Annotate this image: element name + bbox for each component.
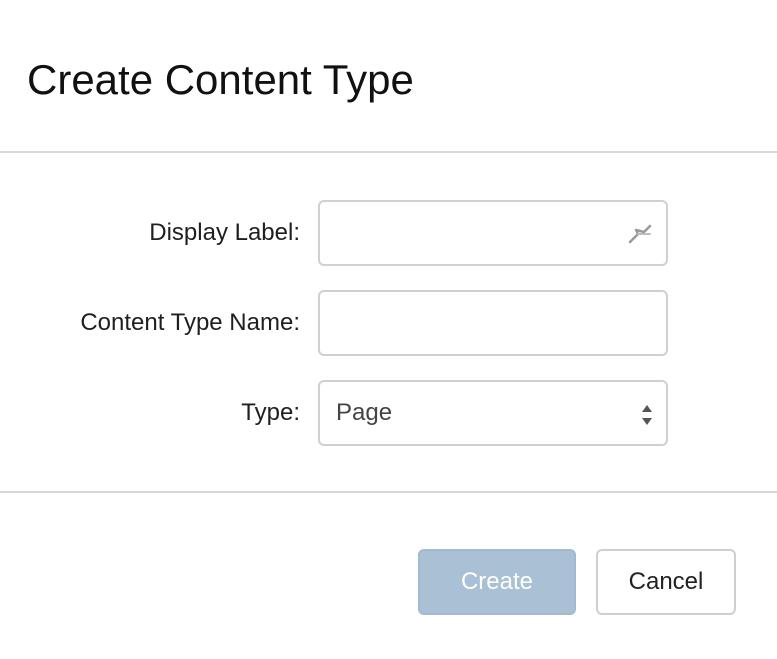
display-label-field[interactable] <box>318 200 668 266</box>
dialog-body: Display Label: Content Type Name: Type: … <box>0 153 777 493</box>
type-row: Type: Page <box>0 380 777 446</box>
content-type-name-row: Content Type Name: <box>0 290 777 356</box>
type-select[interactable]: Page <box>318 380 668 446</box>
content-type-name-label: Content Type Name: <box>80 309 300 336</box>
type-select-value: Page <box>336 399 393 426</box>
cancel-button[interactable]: Cancel <box>596 549 736 615</box>
key-icon[interactable] <box>624 218 656 250</box>
display-label-input[interactable] <box>320 202 666 264</box>
dialog-footer: Create Cancel <box>0 493 777 659</box>
display-label-label: Display Label: <box>149 219 300 246</box>
dialog-header: Create Content Type <box>0 0 777 153</box>
dialog-title: Create Content Type <box>27 56 414 103</box>
content-type-name-input[interactable] <box>320 292 666 354</box>
type-label: Type: <box>241 399 300 426</box>
content-type-name-field[interactable] <box>318 290 668 356</box>
create-content-type-dialog: Create Content Type Display Label: Conte… <box>0 0 777 659</box>
display-label-row: Display Label: <box>0 200 777 266</box>
select-updown-arrows-icon <box>642 405 652 425</box>
create-button[interactable]: Create <box>418 549 576 615</box>
